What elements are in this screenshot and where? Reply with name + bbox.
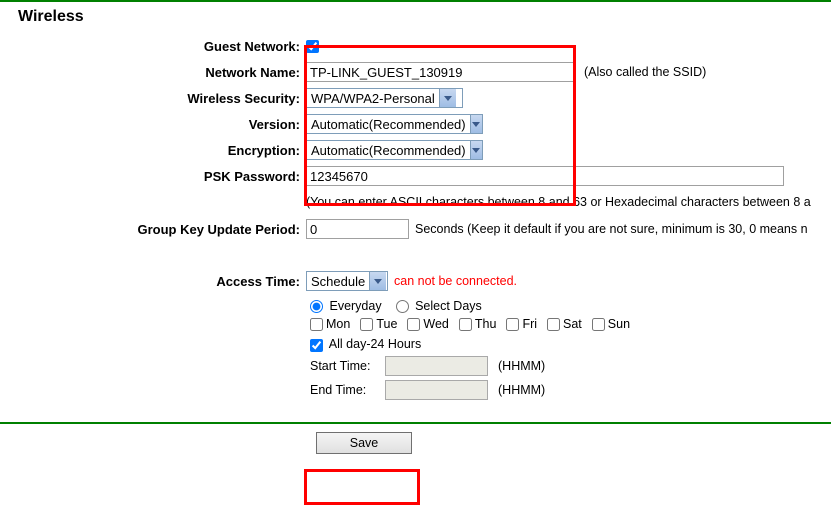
chevron-down-icon — [369, 272, 386, 290]
day-tue[interactable]: Tue — [360, 317, 397, 331]
wireless-security-label: Wireless Security: — [0, 91, 306, 106]
select-days-option[interactable]: Select Days — [396, 299, 482, 313]
end-time-input[interactable] — [385, 380, 488, 400]
version-select[interactable]: Automatic(Recommended) — [306, 114, 483, 134]
wireless-form: Guest Network: Network Name: (Also calle… — [0, 34, 831, 408]
day-mon[interactable]: Mon — [310, 317, 350, 331]
psk-password-label: PSK Password: — [0, 169, 306, 184]
group-key-label: Group Key Update Period: — [0, 222, 306, 237]
save-button[interactable]: Save — [316, 432, 412, 454]
psk-password-input[interactable] — [306, 166, 784, 186]
chevron-down-icon — [470, 141, 482, 159]
access-time-error: can not be connected. — [394, 274, 517, 288]
group-key-hint: Seconds (Keep it default if you are not … — [415, 222, 808, 236]
psk-hint: (You can enter ASCII characters between … — [306, 195, 811, 209]
access-time-label: Access Time: — [0, 274, 306, 289]
encryption-select[interactable]: Automatic(Recommended) — [306, 140, 483, 160]
chevron-down-icon — [439, 89, 456, 107]
hhmm-hint-start: (HHMM) — [498, 359, 545, 373]
start-time-label: Start Time: — [310, 359, 375, 373]
day-sat[interactable]: Sat — [547, 317, 582, 331]
day-thu[interactable]: Thu — [459, 317, 497, 331]
guest-network-checkbox[interactable] — [306, 40, 319, 53]
all-day-option[interactable]: All day-24 Hours — [310, 337, 421, 351]
everyday-option[interactable]: Everyday — [310, 299, 382, 313]
day-wed[interactable]: Wed — [407, 317, 448, 331]
access-time-select[interactable]: Schedule — [306, 271, 388, 291]
day-sun[interactable]: Sun — [592, 317, 630, 331]
chevron-down-icon — [470, 115, 482, 133]
version-label: Version: — [0, 117, 306, 132]
start-time-input[interactable] — [385, 356, 488, 376]
network-name-label: Network Name: — [0, 65, 306, 80]
highlight-box-save — [304, 469, 420, 505]
guest-network-label: Guest Network: — [0, 39, 306, 54]
ssid-hint: (Also called the SSID) — [584, 65, 706, 79]
group-key-input[interactable] — [306, 219, 409, 239]
hhmm-hint-end: (HHMM) — [498, 383, 545, 397]
section-title: Wireless — [0, 2, 831, 34]
network-name-input[interactable] — [306, 62, 574, 82]
end-time-label: End Time: — [310, 383, 375, 397]
wireless-security-select[interactable]: WPA/WPA2-Personal — [306, 88, 463, 108]
schedule-block: Everyday Select Days Mon Tue Wed Thu Fri… — [310, 299, 831, 400]
day-fri[interactable]: Fri — [506, 317, 537, 331]
encryption-label: Encryption: — [0, 143, 306, 158]
